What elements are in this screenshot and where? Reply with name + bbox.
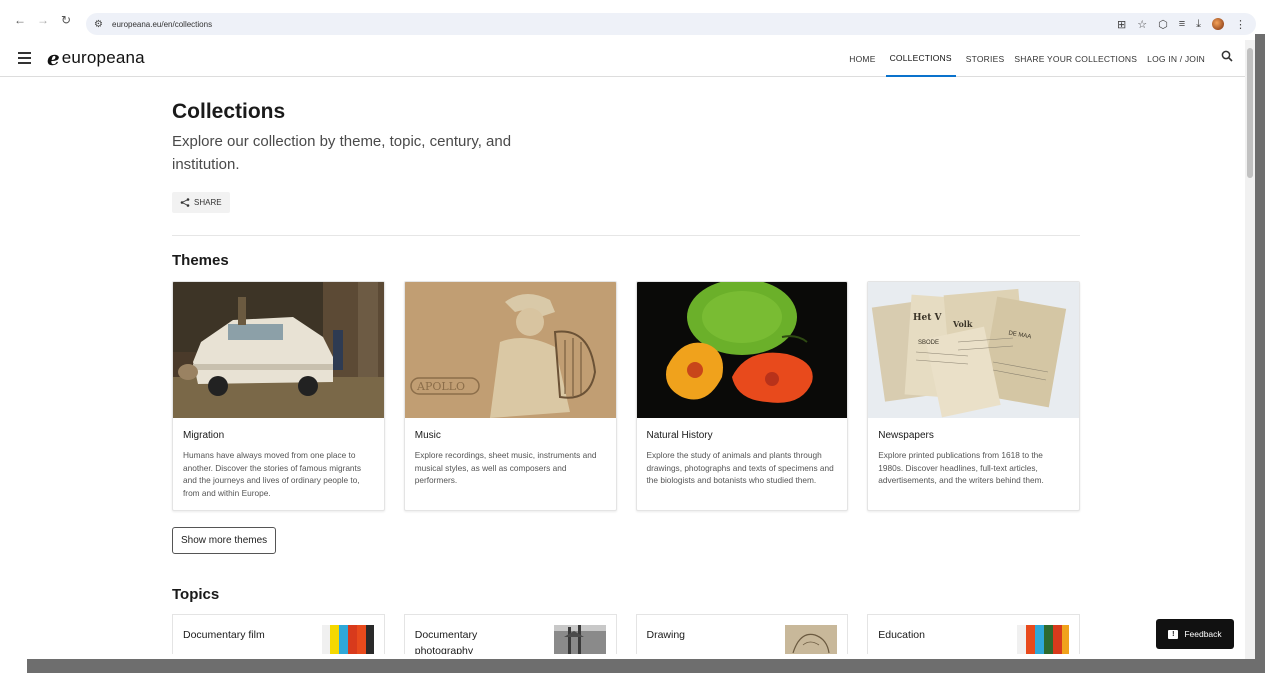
topic-title: Education <box>878 629 925 641</box>
main-content: Collections Explore our collection by th… <box>172 78 1080 654</box>
bookmark-star-icon[interactable]: ☆ <box>1137 18 1147 31</box>
topic-card-education[interactable]: Education <box>867 614 1080 654</box>
card-text: Explore the study of animals and plants … <box>646 450 834 485</box>
site-header: e europeana HOME COLLECTIONS STORIES SHA… <box>0 40 1245 77</box>
themes-heading: Themes <box>172 252 229 269</box>
hamburger-menu-icon[interactable] <box>18 52 31 64</box>
browser-nav: ← → ↻ <box>10 10 76 30</box>
europeana-logo-icon: e <box>47 46 60 70</box>
topic-thumbnail <box>321 625 374 654</box>
topic-thumbnail <box>553 625 606 654</box>
card-title: Migration <box>183 430 225 441</box>
nav-login-join[interactable]: LOG IN / JOIN <box>1147 40 1205 77</box>
topic-thumbnail <box>1017 625 1069 654</box>
migration-image <box>173 282 384 418</box>
site-logo[interactable]: e europeana <box>47 46 145 70</box>
show-more-themes-button[interactable]: Show more themes <box>172 527 277 554</box>
natural-history-image <box>636 282 848 418</box>
page-title: Collections <box>172 100 286 123</box>
forward-icon[interactable]: → <box>33 10 53 30</box>
card-text: Explore recordings, sheet music, instrum… <box>414 450 597 485</box>
profile-avatar[interactable] <box>1212 18 1224 30</box>
browser-toolbar: ← → ↻ ⚙ europeana.eu/en/collections ⊞ ☆ … <box>0 0 1265 40</box>
topic-card-drawing[interactable]: Drawing <box>635 614 849 654</box>
download-icon[interactable]: ⤓ <box>1196 18 1201 31</box>
logo-text: europeana <box>61 48 145 67</box>
share-icon <box>180 198 190 207</box>
card-title: Newspapers <box>878 430 934 441</box>
theme-card-migration[interactable]: Migration Humans have always moved from … <box>172 281 385 511</box>
screen-edge-bottom <box>27 659 1265 673</box>
card-title: Natural History <box>646 430 713 441</box>
theme-card-natural-history[interactable]: Natural History Explore the study of ani… <box>635 281 849 511</box>
nav-collections[interactable]: COLLECTIONS <box>885 40 956 77</box>
section-divider <box>172 235 1080 236</box>
browser-actions: ⊞ ☆ ⬡ ≡ ⤓ ⋮ <box>1117 13 1246 35</box>
topic-thumbnail <box>785 625 838 654</box>
nav-stories[interactable]: STORIES <box>966 40 1005 77</box>
topic-title: Documentary film <box>183 629 265 641</box>
topic-title: Documentary photography <box>414 629 478 654</box>
url-text[interactable]: europeana.eu/en/collections <box>112 20 212 29</box>
reload-icon[interactable]: ↻ <box>56 10 76 30</box>
svg-text:Het V: Het V <box>913 313 943 323</box>
browser-menu-icon[interactable]: ⋮ <box>1235 18 1246 31</box>
reading-list-icon[interactable]: ≡ <box>1179 18 1185 30</box>
theme-card-newspapers[interactable]: Het V Volk SBODE DE MAA Newspapers Explo… <box>867 281 1080 511</box>
feedback-button[interactable]: ! Feedback <box>1156 619 1234 649</box>
feedback-label: Feedback <box>1184 629 1222 639</box>
topics-heading: Topics <box>172 586 220 603</box>
card-text: Humans have always moved from one place … <box>183 450 362 498</box>
newspapers-image: Het V Volk SBODE DE MAA <box>868 282 1080 418</box>
back-icon[interactable]: ← <box>10 10 30 30</box>
topic-card-documentary-photography[interactable]: Documentary photography <box>403 614 617 654</box>
page-description: Explore our collection by theme, topic, … <box>172 133 512 173</box>
svg-text:Volk: Volk <box>952 319 973 329</box>
topics-grid: Documentary film Documentary photography <box>172 614 1080 654</box>
card-title: Music <box>414 430 441 441</box>
nav-home[interactable]: HOME <box>849 40 875 77</box>
themes-grid: Migration Humans have always moved from … <box>172 281 1080 511</box>
main-nav: HOME COLLECTIONS STORIES SHARE YOUR COLL… <box>849 40 1205 77</box>
topic-title: Drawing <box>646 629 686 641</box>
scrollbar-thumb[interactable] <box>1247 48 1253 178</box>
topic-card-documentary-film[interactable]: Documentary film <box>172 614 385 654</box>
feedback-icon: ! <box>1168 629 1179 639</box>
search-icon[interactable] <box>1221 50 1233 65</box>
svg-text:APOLLO: APOLLO <box>416 380 465 393</box>
svg-text:SBODE: SBODE <box>918 340 939 346</box>
share-label: SHARE <box>194 198 222 207</box>
theme-card-music[interactable]: APOLLO Music Explore recordings, sheet m… <box>403 281 617 511</box>
nav-share-your-collections[interactable]: SHARE YOUR COLLECTIONS <box>1014 40 1137 77</box>
screen-edge-right <box>1255 34 1265 673</box>
site-settings-icon[interactable]: ⚙ <box>94 19 108 30</box>
card-text: Explore printed publications from 1618 t… <box>878 450 1044 485</box>
share-button[interactable]: SHARE <box>172 192 230 213</box>
extensions-icon[interactable]: ⬡ <box>1158 18 1168 31</box>
music-image: APOLLO <box>404 282 616 418</box>
translate-icon[interactable]: ⊞ <box>1117 18 1126 31</box>
page-scrollbar[interactable] <box>1245 40 1255 660</box>
address-bar[interactable]: ⚙ europeana.eu/en/collections ⊞ ☆ ⬡ ≡ ⤓ … <box>86 13 1256 35</box>
